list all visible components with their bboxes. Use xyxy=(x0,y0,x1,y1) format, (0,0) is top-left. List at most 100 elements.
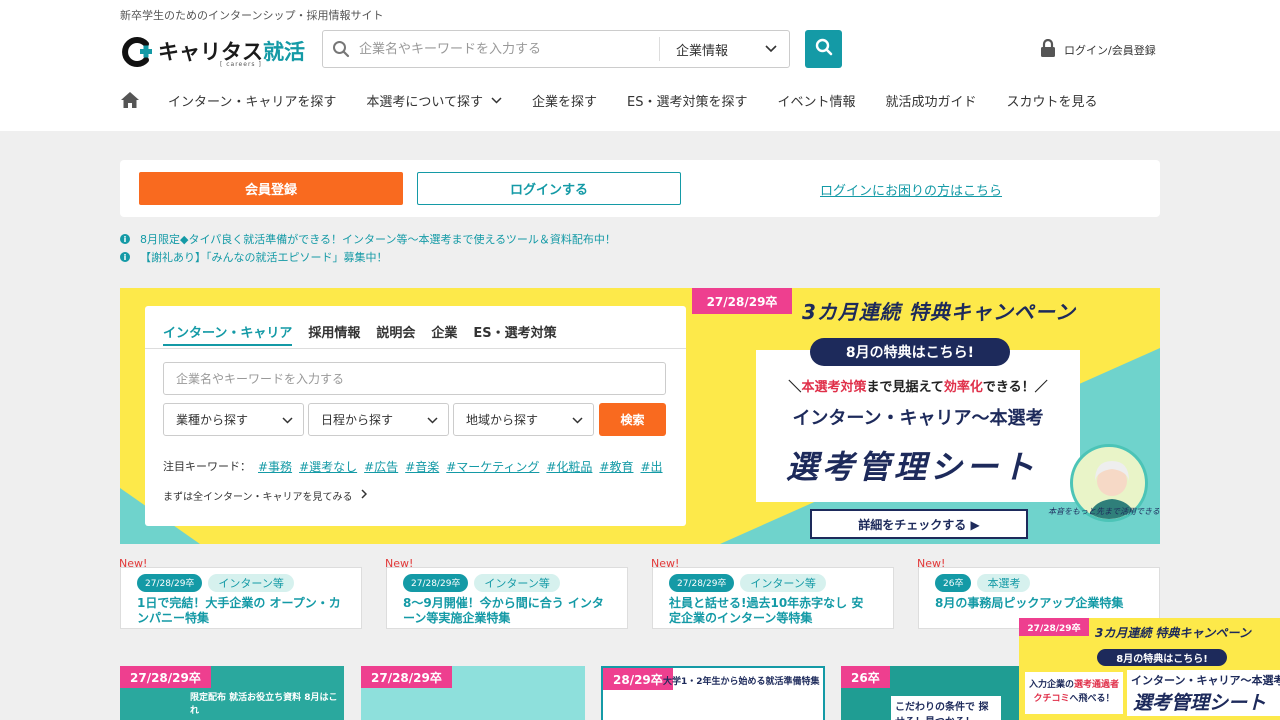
featured-keywords: 注目キーワード： #事務 #選考なし #広告 #音楽 #マーケティング #化粧品… xyxy=(163,458,663,475)
floating-right-panel: インターン・キャリア〜本選考 選考管理シート xyxy=(1127,670,1280,716)
keyword-link[interactable]: #選考なし xyxy=(299,458,357,475)
type-badge: インターン等 xyxy=(208,574,294,592)
tab-company[interactable]: 企業 xyxy=(431,322,457,346)
nav-item-guide[interactable]: 就活成功ガイド xyxy=(885,91,976,110)
new-badge: New! xyxy=(119,557,148,570)
banner-line2: インターン・キャリア〜本選考 xyxy=(792,408,1044,429)
schedule-filter-select[interactable]: 日程から探す xyxy=(308,403,449,436)
header-search-input[interactable] xyxy=(359,34,655,64)
keyword-link[interactable]: #音楽 xyxy=(405,458,439,475)
thumbnail-year-tag: 26卒 xyxy=(841,666,890,688)
chevron-right-icon xyxy=(353,489,367,502)
hero-search-input[interactable]: 企業名やキーワードを入力する xyxy=(163,362,666,395)
banner-line3: 選考管理シート xyxy=(786,448,1039,486)
thumbnail-text: 限定配布 就活お役立ち資料 8月はこれ xyxy=(190,693,338,716)
notice-item[interactable]: i 8月限定◆タイパ良く就活準備ができる！インターン等〜本選考まで使えるツール＆… xyxy=(120,230,616,248)
search-separator xyxy=(659,37,660,61)
banner-line1: ＼本選考対策まで見据えて効率化できる！／ xyxy=(788,380,1048,395)
feature-card[interactable]: New! 27/28/29卒 インターン等 社員と話せる!過去10年赤字なし 安… xyxy=(651,557,894,629)
nav-item-intern[interactable]: インターン・キャリアを探す xyxy=(168,91,336,110)
floating-campaign-banner[interactable]: 27/28/29卒 3カ月連続 特典キャンペーン 8月の特典はこちら! 入力企業… xyxy=(1019,618,1280,720)
banner-avatar-note: 本音をもっと先まで活用できる xyxy=(1048,507,1160,516)
floating-title: 3カ月連続 特典キャンペーン xyxy=(1095,626,1251,640)
login-register-link[interactable]: ログイン/会員登録 xyxy=(1040,38,1156,60)
banner-year-tag: 27/28/29卒 xyxy=(692,288,792,314)
type-badge: インターン等 xyxy=(740,574,826,592)
thumbnail-card[interactable]: 28/29卒 大学1・2年生から始める就活準備特集 xyxy=(601,666,825,720)
notice-list: i 8月限定◆タイパ良く就活準備ができる！インターン等〜本選考まで使えるツール＆… xyxy=(120,230,616,266)
tab-intern[interactable]: インターン・キャリア xyxy=(163,322,293,346)
search-icon xyxy=(323,31,359,67)
logo-c-icon xyxy=(120,35,154,69)
year-badge: 27/28/29卒 xyxy=(403,574,469,592)
hero-search-card: インターン・キャリア 採用情報 説明会 企業 ES・選考対策 企業名やキーワード… xyxy=(145,306,686,526)
floating-left-panel: 入力企業の選考通過者 クチコミへ飛べる！ xyxy=(1025,672,1123,714)
see-all-link[interactable]: まずは全インターン・キャリアを見てみる xyxy=(163,488,367,503)
year-badge: 26卒 xyxy=(935,574,972,592)
tabs-divider xyxy=(145,348,686,349)
nav-item-companies[interactable]: 企業を探す xyxy=(532,91,597,110)
chevron-down-icon xyxy=(572,413,583,427)
member-bar: 会員登録 ログインする ログインにお困りの方はこちら xyxy=(120,160,1160,217)
new-badge: New! xyxy=(385,557,414,570)
tab-briefing[interactable]: 説明会 xyxy=(376,322,415,346)
nav-item-events[interactable]: イベント情報 xyxy=(777,91,855,110)
feature-title: 社員と話せる!過去10年赤字なし 安定企業のインターン等特集 xyxy=(669,596,864,625)
info-icon: i xyxy=(120,234,130,244)
thumbnail-text: こだわりの条件で 探せる！見つかる！ xyxy=(891,696,1001,720)
nav-item-scout[interactable]: スカウトを見る xyxy=(1007,91,1098,110)
logo-sub: [ careers ] xyxy=(220,61,262,68)
keyword-link[interactable]: #教育 xyxy=(599,458,633,475)
nav-item-selection[interactable]: 本選考について探す xyxy=(366,91,502,110)
type-badge: 本選考 xyxy=(977,574,1031,592)
chevron-down-icon xyxy=(427,413,438,427)
keyword-link[interactable]: #広告 xyxy=(364,458,398,475)
thumbnail-year-tag: 27/28/29卒 xyxy=(120,666,211,688)
info-icon: i xyxy=(120,252,130,262)
logo-text: キャリタス就活 xyxy=(158,39,305,64)
hero-search-button[interactable]: 検索 xyxy=(599,403,666,436)
site-logo[interactable]: キャリタス就活 [ careers ] xyxy=(120,34,305,70)
region-filter-select[interactable]: 地域から探す xyxy=(453,403,594,436)
login-button[interactable]: ログインする xyxy=(417,172,681,205)
login-help-link[interactable]: ログインにお困りの方はこちら xyxy=(820,180,1002,199)
search-category-select[interactable]: 企業情報 xyxy=(664,31,789,67)
campaign-banner[interactable]: 27/28/29卒 3カ月連続 特典キャンペーン ＼本選考対策まで見据えて効率化… xyxy=(692,288,1160,544)
floating-year-tag: 27/28/29卒 xyxy=(1019,618,1089,636)
nav-item-es[interactable]: ES・選考対策を探す xyxy=(627,91,747,110)
header-search-button[interactable] xyxy=(805,30,842,68)
feature-title: 8月の事務局ピックアップ企業特集 xyxy=(935,596,1124,610)
new-badge: New! xyxy=(917,557,946,570)
tab-es[interactable]: ES・選考対策 xyxy=(473,322,556,346)
search-icon xyxy=(815,38,833,60)
lock-icon xyxy=(1040,38,1064,60)
site-header: 新卒学生のためのインターンシップ・採用情報サイト キャリタス就活 [ caree… xyxy=(0,0,1280,131)
feature-card[interactable]: New! 27/28/29卒 インターン等 8〜9月開催！今から間に合う インタ… xyxy=(385,557,628,629)
feature-card[interactable]: New! 27/28/29卒 インターン等 1日で完結！大手企業の オープン・カ… xyxy=(119,557,362,629)
thumbnail-card[interactable]: 27/28/29卒 xyxy=(361,666,585,720)
chevron-down-icon xyxy=(765,42,777,57)
thumbnail-year-tag: 27/28/29卒 xyxy=(361,666,452,688)
banner-month-pill: 8月の特典はこちら! xyxy=(810,338,1010,366)
login-register-label: ログイン/会員登録 xyxy=(1064,43,1156,57)
notice-item[interactable]: i 【謝礼あり】「みんなの就活エピソード」募集中！ xyxy=(120,248,616,266)
site-tagline: 新卒学生のためのインターンシップ・採用情報サイト xyxy=(120,9,384,22)
year-badge: 27/28/29卒 xyxy=(137,574,203,592)
type-badge: インターン等 xyxy=(474,574,560,592)
keyword-link[interactable]: #マーケティング xyxy=(446,458,539,475)
keyword-link[interactable]: #出 xyxy=(640,458,662,475)
keyword-link[interactable]: #事務 xyxy=(258,458,292,475)
banner-panel: ＼本選考対策まで見据えて効率化できる！／ インターン・キャリア〜本選考 選考管理… xyxy=(756,350,1080,502)
register-button[interactable]: 会員登録 xyxy=(139,172,403,205)
keyword-link[interactable]: #化粧品 xyxy=(546,458,592,475)
banner-detail-button[interactable]: 詳細をチェックする ▶ xyxy=(810,509,1028,539)
home-icon[interactable] xyxy=(120,90,140,110)
chevron-down-icon xyxy=(282,413,293,427)
thumbnail-card[interactable]: 27/28/29卒 限定配布 就活お役立ち資料 8月はこれ xyxy=(120,666,344,720)
chevron-down-icon xyxy=(483,93,502,108)
industry-filter-select[interactable]: 業種から探す xyxy=(163,403,304,436)
thumbnail-text: 大学1・2年生から始める就活準備特集 xyxy=(663,677,820,687)
search-tabs: インターン・キャリア 採用情報 説明会 企業 ES・選考対策 xyxy=(163,322,573,346)
tab-recruit[interactable]: 採用情報 xyxy=(308,322,360,346)
feature-title: 1日で完結！大手企業の オープン・カンパニー特集 xyxy=(137,596,341,625)
